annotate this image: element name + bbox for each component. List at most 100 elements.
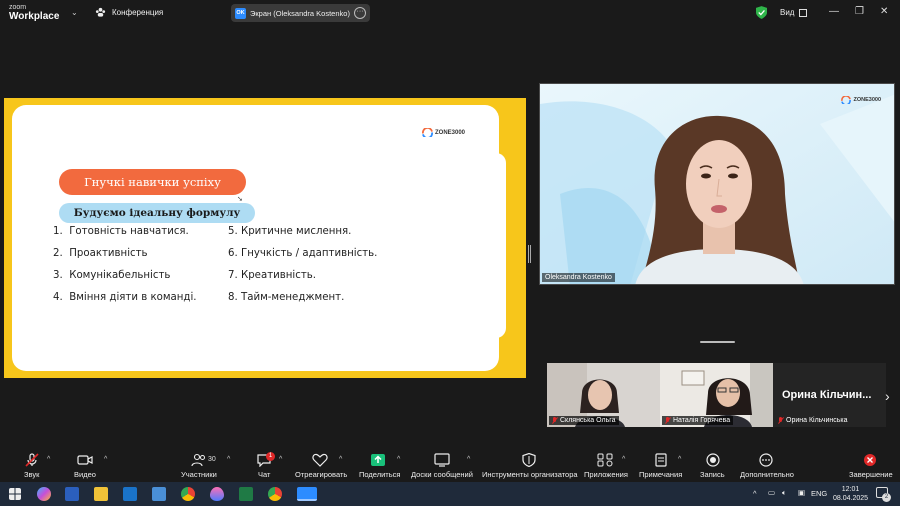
more-icon bbox=[759, 453, 773, 467]
close-icon[interactable]: ✕ bbox=[880, 6, 888, 17]
end-meeting-button[interactable]: Завершение bbox=[847, 448, 893, 482]
shared-screen[interactable]: ZONE3000 Гнучкі навички успіху Будуємо і… bbox=[4, 98, 526, 378]
video-logo: ZONE3000 bbox=[841, 96, 881, 104]
chevron-up-icon[interactable]: ^ bbox=[397, 456, 400, 463]
chevron-up-icon[interactable]: ^ bbox=[753, 489, 757, 498]
chat-button[interactable]: 1 Чат ^ bbox=[254, 448, 288, 482]
list-item: 8. Тайм-менеджмент. bbox=[228, 292, 345, 303]
clock[interactable]: 12:01 08.04.2025 bbox=[833, 485, 868, 503]
participant-display-name: Орина Кільчин... bbox=[782, 389, 872, 401]
restore-icon[interactable]: ❐ bbox=[855, 6, 864, 17]
panel-splitter[interactable] bbox=[528, 245, 531, 263]
list-item: 3. Комунікабельність bbox=[53, 270, 171, 281]
paint-icon[interactable] bbox=[210, 487, 224, 501]
speaker-video[interactable]: ZONE3000 Oleksandra Kostenko bbox=[539, 83, 895, 285]
heart-icon bbox=[312, 453, 328, 467]
excel-icon[interactable] bbox=[239, 487, 253, 501]
chevron-up-icon[interactable]: ^ bbox=[104, 456, 107, 463]
chevron-down-icon[interactable]: ⌄ bbox=[71, 8, 78, 17]
chevron-up-icon[interactable]: ^ bbox=[467, 456, 470, 463]
minimize-icon[interactable]: — bbox=[829, 6, 839, 17]
slide-logo: ZONE3000 bbox=[422, 128, 465, 137]
video-logo-text: ZONE3000 bbox=[853, 97, 881, 103]
speaker-icon[interactable]: 🔈︎ bbox=[782, 488, 787, 498]
battery-icon[interactable]: ▭ bbox=[768, 488, 775, 497]
more-icon[interactable]: ··· bbox=[354, 7, 366, 19]
participant-tile[interactable]: Наталія Горячева bbox=[660, 363, 773, 427]
chevron-up-icon[interactable]: ^ bbox=[622, 456, 625, 463]
whiteboards-button[interactable]: Доски сообщений ^ bbox=[410, 448, 476, 482]
word-icon[interactable] bbox=[65, 487, 79, 501]
speaker-video-frame bbox=[540, 84, 894, 284]
photos-icon[interactable] bbox=[152, 487, 166, 501]
avatar: OK bbox=[235, 7, 246, 19]
record-button[interactable]: Запись bbox=[698, 448, 728, 482]
zoom-logo[interactable]: zoom Workplace bbox=[9, 4, 59, 22]
shield-icon[interactable] bbox=[756, 6, 767, 19]
participants-button[interactable]: 30 Участники ^ bbox=[180, 448, 238, 482]
resize-handle[interactable] bbox=[700, 341, 735, 343]
audio-label: Звук bbox=[24, 470, 40, 479]
react-button[interactable]: Отреагировать ^ bbox=[294, 448, 348, 482]
participants-label: Участники bbox=[181, 470, 217, 479]
participant-strip: Склянська Ольга Наталія Горячева Орина К… bbox=[547, 363, 886, 427]
zoom-app-icon[interactable] bbox=[297, 487, 317, 501]
windows-taskbar: ^ ▭ 🔈︎ ▣ ENG 12:01 08.04.2025 2 bbox=[0, 482, 900, 506]
notification-count: 2 bbox=[882, 493, 891, 502]
camera-icon bbox=[77, 455, 93, 465]
host-tools-label: Инструменты организатора bbox=[482, 470, 578, 479]
mic-muted-icon bbox=[25, 453, 39, 467]
share-button[interactable]: Поделиться ^ bbox=[357, 448, 403, 482]
conference-icon bbox=[95, 7, 106, 17]
chrome-icon[interactable] bbox=[181, 487, 195, 501]
chevron-right-icon[interactable]: › bbox=[885, 388, 890, 404]
participant-tile[interactable]: Склянська Ольга bbox=[547, 363, 660, 427]
audio-button[interactable]: Звук ^ bbox=[14, 448, 54, 482]
participant-name: Склянська Ольга bbox=[549, 416, 619, 425]
whiteboards-label: Доски сообщений bbox=[411, 470, 473, 479]
chevron-up-icon[interactable]: ^ bbox=[279, 456, 282, 463]
view-button[interactable]: Вид bbox=[780, 8, 808, 17]
clock-date: 08.04.2025 bbox=[833, 495, 869, 502]
apps-icon bbox=[597, 453, 613, 467]
display-icon[interactable]: ▣ bbox=[798, 488, 805, 497]
list-item: 7. Креативність. bbox=[228, 270, 317, 281]
chevron-up-icon[interactable]: ^ bbox=[339, 456, 342, 463]
video-button[interactable]: Видео ^ bbox=[72, 448, 114, 482]
chat-label: Чат bbox=[258, 470, 271, 479]
zoom-window: zoom Workplace ⌄ Конференция OK Экран (O… bbox=[0, 0, 900, 506]
participant-tile[interactable]: Орина Кільчин... Орина Кільчинська bbox=[773, 363, 886, 427]
slide-title: Гнучкі навички успіху bbox=[59, 169, 246, 195]
list-item: 5. Критичне мислення. bbox=[228, 226, 352, 237]
clock-time: 12:01 bbox=[841, 486, 860, 493]
slide-content: ZONE3000 Гнучкі навички успіху Будуємо і… bbox=[12, 105, 499, 371]
video-label: Видео bbox=[74, 470, 96, 479]
more-button[interactable]: Дополнительно bbox=[738, 448, 794, 482]
cursor-icon: ➘ bbox=[237, 196, 243, 203]
chevron-up-icon[interactable]: ^ bbox=[47, 456, 50, 463]
windows-start-icon[interactable] bbox=[9, 488, 21, 500]
brand-top: zoom bbox=[9, 4, 27, 11]
notes-icon bbox=[655, 453, 667, 467]
chevron-up-icon[interactable]: ^ bbox=[678, 456, 681, 463]
language-indicator[interactable]: ENG bbox=[811, 489, 827, 498]
zone-logo-icon bbox=[422, 128, 433, 137]
copilot-icon[interactable] bbox=[37, 487, 51, 501]
chrome-icon[interactable] bbox=[268, 487, 282, 501]
host-tools-button[interactable]: Инструменты организатора bbox=[481, 448, 578, 482]
slide-logo-text: ZONE3000 bbox=[435, 129, 466, 136]
chevron-up-icon[interactable]: ^ bbox=[227, 456, 230, 463]
screen-share-indicator[interactable]: OK Экран (Oleksandra Kostenko) ··· bbox=[231, 4, 370, 22]
shield-icon bbox=[522, 453, 536, 467]
zone-logo-icon bbox=[841, 96, 852, 104]
more-label: Дополнительно bbox=[740, 470, 794, 479]
list-item: 6. Гнучкість / адаптивність. bbox=[228, 248, 378, 259]
notes-button[interactable]: Примечания ^ bbox=[638, 448, 688, 482]
outlook-icon[interactable] bbox=[123, 487, 137, 501]
conference-menu[interactable]: Конференция bbox=[95, 7, 163, 18]
list-item: 4. Вміння діяти в команді. bbox=[53, 292, 197, 303]
folder-icon[interactable] bbox=[94, 487, 108, 501]
skills-list-right: 5. Критичне мислення. 6. Гнучкість / ада… bbox=[228, 221, 377, 309]
end-label: Завершение bbox=[849, 470, 893, 479]
apps-button[interactable]: Приложения ^ bbox=[583, 448, 631, 482]
